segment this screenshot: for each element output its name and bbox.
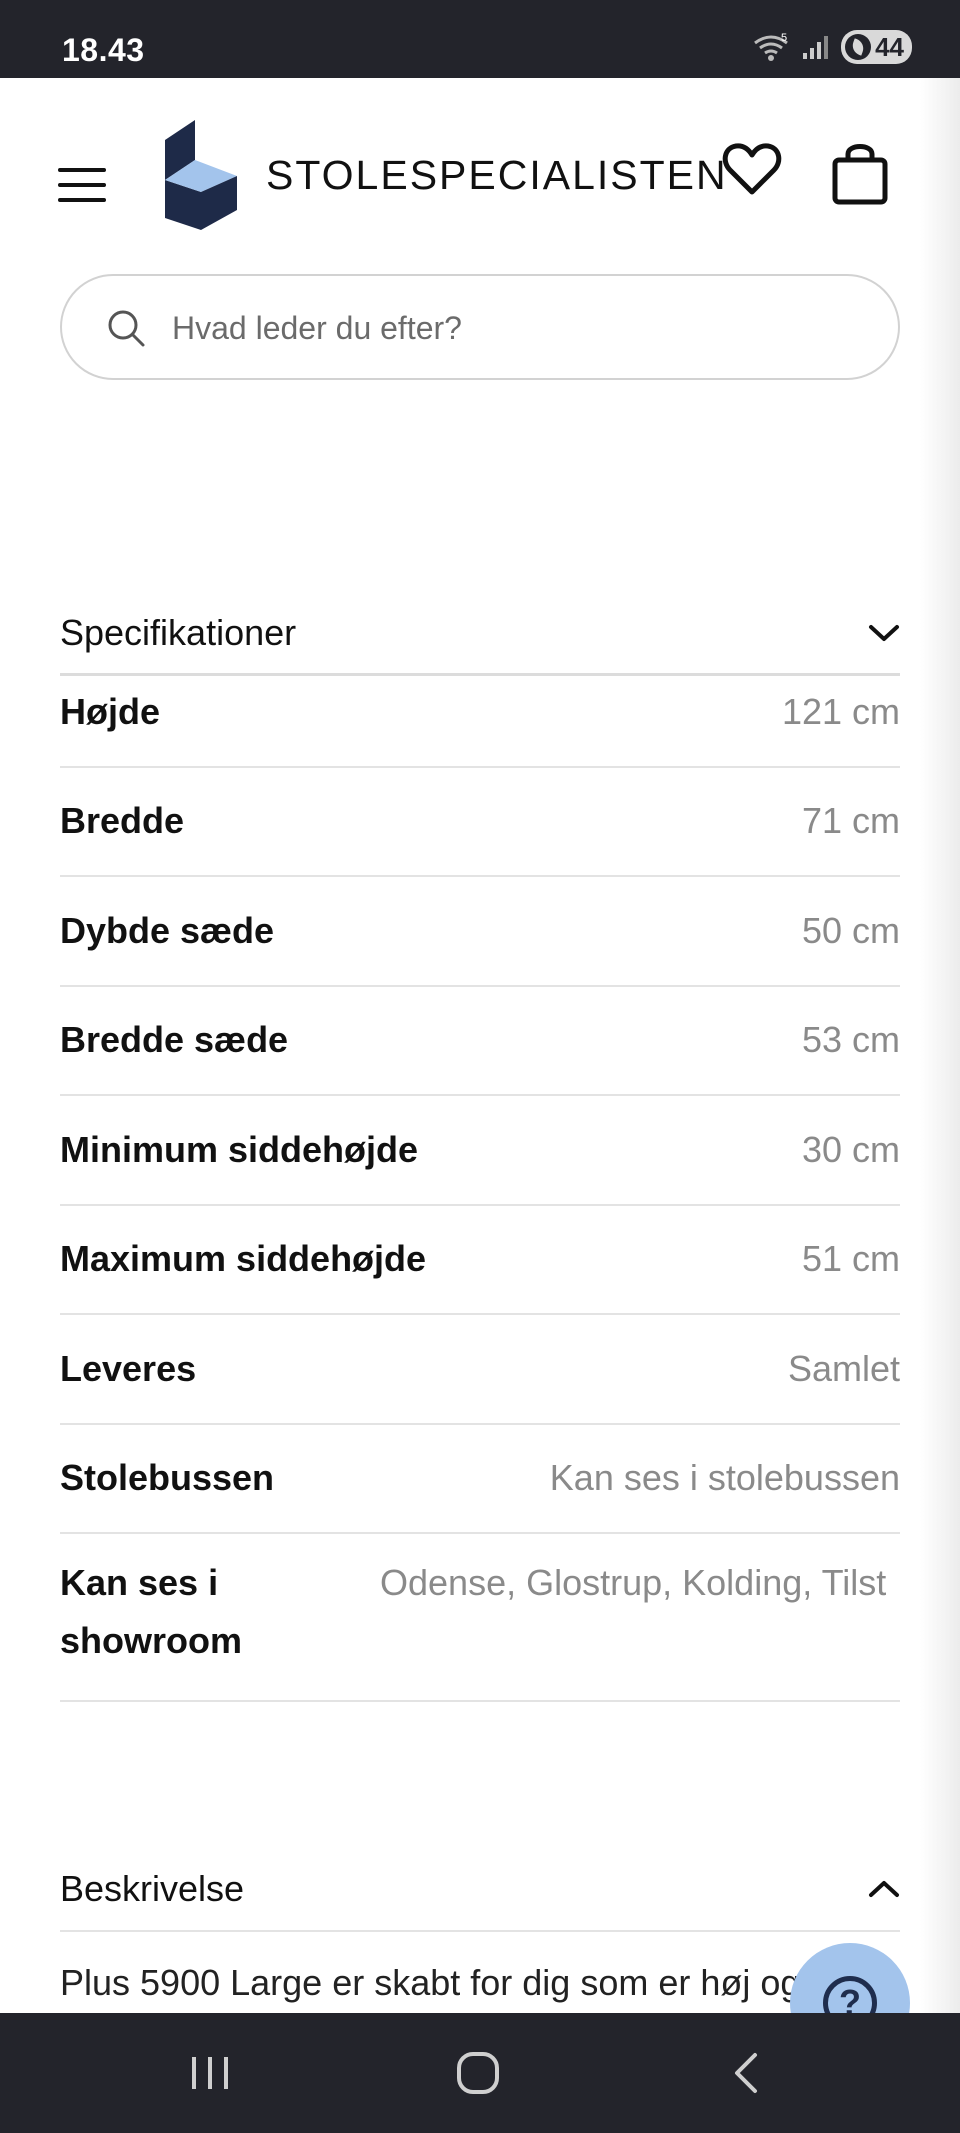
spec-label: Bredde xyxy=(60,800,185,842)
system-nav-bar xyxy=(0,2013,960,2133)
back-icon xyxy=(735,2053,757,2093)
spec-value: Kan ses i stolebussen xyxy=(549,1457,900,1499)
home-icon xyxy=(457,2052,499,2094)
spec-row-hojde: Højde 121 cm xyxy=(60,658,900,768)
wifi-icon: 5 xyxy=(754,32,788,61)
spec-label: Minimum siddehøjde xyxy=(60,1128,419,1170)
chevron-up-icon xyxy=(869,1881,899,1897)
back-button[interactable] xyxy=(716,2043,776,2103)
status-icons: 5 44 xyxy=(751,30,912,64)
spec-value: 121 cm xyxy=(781,690,900,732)
spec-row-max-siddehojde: Maximum siddehøjde 51 cm xyxy=(60,1206,900,1315)
status-time: 18.43 xyxy=(62,32,145,68)
description-text: Plus 5900 Large er skabt for dig som er … xyxy=(60,1962,801,2003)
signal-icon xyxy=(803,36,829,59)
heart-icon xyxy=(722,143,782,195)
recent-apps-button[interactable] xyxy=(180,2043,240,2103)
spec-value: 51 cm xyxy=(801,1238,900,1280)
edge-shadow xyxy=(920,78,960,2013)
spec-list: Højde 121 cm Bredde 71 cm Dybde sæde 50 … xyxy=(60,658,900,1702)
battery-level: 44 xyxy=(875,31,904,62)
spec-label: Dybde sæde xyxy=(60,909,275,951)
wishlist-button[interactable] xyxy=(722,142,782,198)
cart-button[interactable] xyxy=(830,142,890,206)
spec-row-bredde: Bredde 71 cm xyxy=(60,768,900,877)
help-button[interactable]: ? xyxy=(790,1943,910,2013)
menu-button[interactable] xyxy=(58,168,106,204)
spec-label: Leveres xyxy=(60,1347,197,1389)
spec-label: Stolebussen xyxy=(60,1457,275,1499)
hamburger-menu-icon xyxy=(58,168,106,172)
search-bar[interactable] xyxy=(60,274,900,380)
logo-mark[interactable] xyxy=(165,120,237,230)
shopping-bag-icon xyxy=(832,144,888,205)
spec-value: 71 cm xyxy=(801,800,900,842)
chevron-down-icon xyxy=(869,624,899,641)
search-icon xyxy=(108,310,145,347)
spec-value: Odense, Glostrup, Kolding, Tilst xyxy=(380,1562,887,1603)
spec-label: Maximum siddehøjde xyxy=(60,1238,427,1280)
spec-row-stolebussen: Stolebussen Kan ses i stolebussen xyxy=(60,1425,900,1534)
wifi-badge: 5 xyxy=(781,32,787,44)
spec-value: 30 cm xyxy=(801,1128,900,1170)
spec-row-bredde-saede: Bredde sæde 53 cm xyxy=(60,987,900,1096)
spec-row-leveres: Leveres Samlet xyxy=(60,1315,900,1425)
page: STOLESPECIALISTEN Specifikationer Højde xyxy=(0,78,960,2013)
spec-row-min-siddehojde: Minimum siddehøjde 30 cm xyxy=(60,1096,900,1206)
description-title: Beskrivelse xyxy=(60,1868,245,1909)
search-input[interactable] xyxy=(172,298,852,358)
recent-apps-icon xyxy=(192,2057,228,2089)
brand-name[interactable]: STOLESPECIALISTEN xyxy=(266,152,728,199)
spec-row-dybde-saede: Dybde sæde 50 cm xyxy=(60,877,900,987)
spec-label: Højde xyxy=(60,690,161,732)
battery-saver-icon xyxy=(845,34,872,60)
home-button[interactable] xyxy=(448,2043,508,2103)
site-header: STOLESPECIALISTEN xyxy=(0,78,960,278)
spec-value: Samlet xyxy=(787,1347,900,1389)
battery-indicator: 44 xyxy=(841,30,912,64)
question-icon: ? xyxy=(823,1976,877,2013)
spec-row-showroom: Kan ses i showroom Odense, Glostrup, Kol… xyxy=(60,1534,900,1702)
status-bar: 18.43 5 44 xyxy=(0,0,960,78)
spec-value: 53 cm xyxy=(801,1019,900,1061)
spec-label: Bredde sæde xyxy=(60,1019,289,1061)
spec-label: Kan ses i showroom xyxy=(60,1562,243,1661)
specs-title: Specifikationer xyxy=(60,611,297,653)
description-accordion-header[interactable]: Beskrivelse xyxy=(60,1848,900,1932)
spec-value: 50 cm xyxy=(801,909,900,951)
